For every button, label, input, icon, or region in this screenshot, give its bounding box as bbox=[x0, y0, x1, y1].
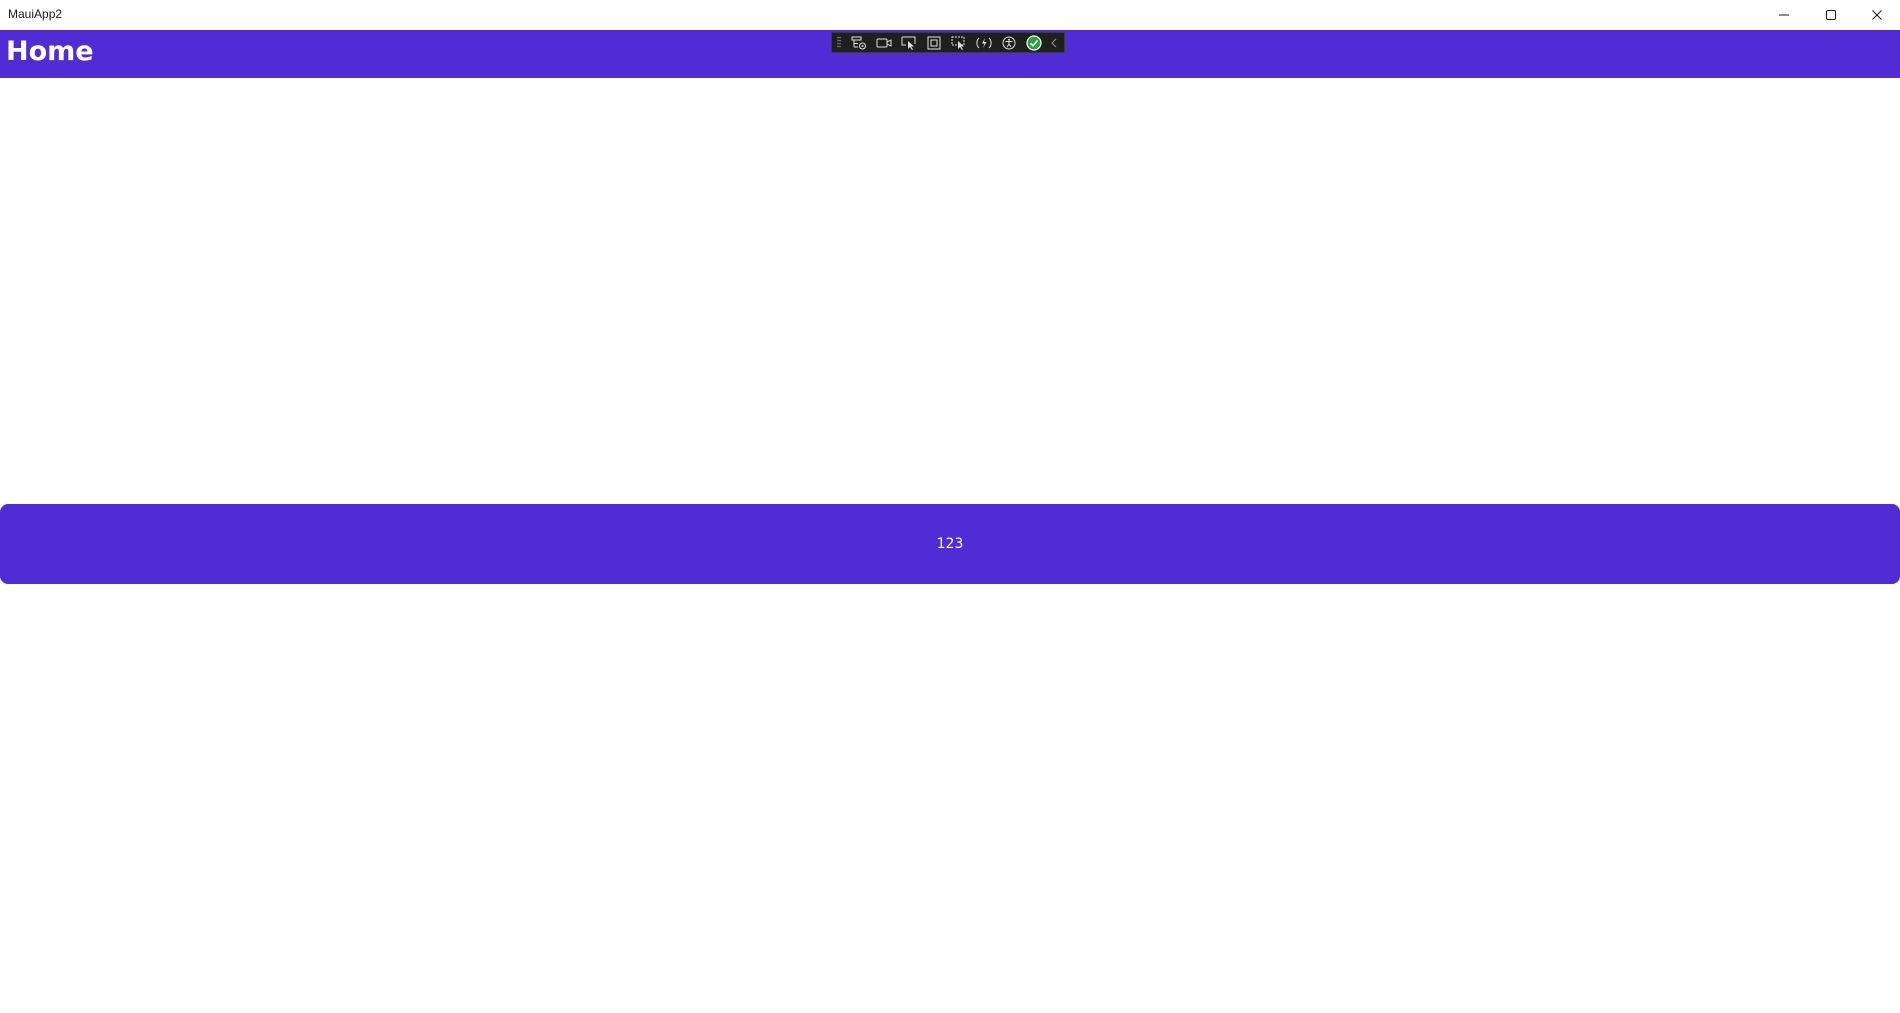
counter-button[interactable]: 123 bbox=[0, 504, 1900, 584]
hot-reload-icon bbox=[976, 37, 992, 48]
track-focus-button[interactable] bbox=[949, 33, 970, 52]
select-element-icon bbox=[901, 36, 916, 50]
track-focus-icon bbox=[951, 36, 965, 50]
page-title: Home bbox=[6, 36, 94, 67]
title-bar: MauiApp2 bbox=[0, 0, 1900, 30]
display-layout-adorners-icon bbox=[927, 36, 941, 49]
collapse-chevron-icon bbox=[1051, 38, 1057, 47]
debug-toolbar bbox=[831, 32, 1065, 53]
minimize-icon bbox=[1779, 14, 1789, 16]
record-icon bbox=[876, 38, 892, 47]
maximize-button[interactable] bbox=[1808, 0, 1854, 30]
hot-reload-button[interactable] bbox=[974, 33, 995, 52]
select-element-button[interactable] bbox=[899, 33, 920, 52]
maximize-icon bbox=[1826, 10, 1836, 20]
close-icon bbox=[1872, 10, 1882, 20]
binding-check-button[interactable] bbox=[1024, 33, 1045, 52]
live-visual-tree-icon bbox=[851, 36, 867, 49]
live-visual-tree-button[interactable] bbox=[849, 33, 870, 52]
binding-check-icon bbox=[1026, 34, 1042, 51]
app-window: MauiApp2 Home 123 bbox=[0, 0, 1900, 1013]
close-button[interactable] bbox=[1854, 0, 1900, 30]
accessibility-icon bbox=[1002, 36, 1016, 49]
grip-icon bbox=[837, 36, 841, 48]
record-button[interactable] bbox=[874, 33, 895, 52]
accessibility-button[interactable] bbox=[999, 33, 1020, 52]
collapse-toolbar-button[interactable] bbox=[1049, 33, 1060, 52]
window-title: MauiApp2 bbox=[8, 7, 63, 21]
layout-adorners-button[interactable] bbox=[924, 33, 945, 52]
main-content: 123 bbox=[0, 78, 1900, 1013]
drag-handle[interactable] bbox=[835, 35, 843, 50]
minimize-button[interactable] bbox=[1761, 0, 1807, 30]
